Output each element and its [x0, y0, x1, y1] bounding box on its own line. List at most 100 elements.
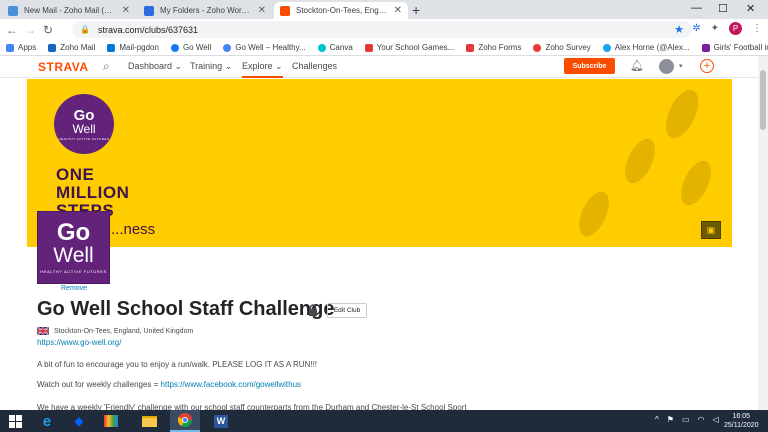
nav-label: Challenges — [292, 61, 338, 71]
bookmark-label: Girls' Football in Sc... — [713, 43, 768, 52]
paint-icon[interactable] — [96, 410, 126, 432]
notifications-bell-icon[interactable]: 🔔︎ — [630, 59, 644, 72]
nav-label: Training — [190, 61, 223, 71]
browser-tab-zoho-mail[interactable]: New Mail - Zoho Mail (pauldonc ✕ — [2, 2, 136, 19]
dropbox-icon[interactable]: ◆ — [64, 410, 94, 432]
upload-plus-icon[interactable]: + — [700, 59, 714, 73]
nav-explore[interactable]: Explore ⌄ — [242, 61, 283, 78]
bookmark-label: Zoho Mail — [60, 43, 96, 52]
club-description-2: Watch out for weekly challenges = https:… — [37, 380, 301, 389]
avatar-go-text: Go — [56, 219, 91, 246]
browser-tab-strava[interactable]: Stockton-On-Tees, England, Unit ✕ — [274, 2, 408, 19]
bookmark-school-games[interactable]: Your School Games... — [364, 43, 454, 52]
logo-well-text: Well — [72, 121, 96, 136]
chevron-up-icon[interactable]: ^ — [655, 415, 659, 424]
bookmark-star-icon[interactable]: ★ — [674, 23, 684, 36]
lock-icon: 🔒 — [80, 25, 90, 34]
window-close-icon[interactable]: ✕ — [746, 2, 755, 15]
profile-avatar[interactable]: P — [729, 22, 742, 35]
chevron-down-icon[interactable]: ▾ — [679, 62, 683, 70]
windows-taskbar: e ◆ W ^ ⚑ ▭ ◠ ◁ 16:05 25/11/2020 — [0, 410, 768, 432]
location-text: Stockton-On-Tees, England, United Kingdo… — [54, 327, 194, 335]
menu-kebab-icon[interactable]: ⋮ — [752, 23, 762, 34]
wifi-icon[interactable]: ◠ — [698, 415, 705, 424]
banner-headline-1: ONE — [56, 165, 95, 184]
bookmark-girls-football[interactable]: Girls' Football in Sc... — [701, 43, 768, 52]
nav-dashboard[interactable]: Dashboard ⌄ — [128, 61, 182, 72]
nav-challenges[interactable]: Challenges — [292, 61, 337, 71]
avatar-well-text: Well — [53, 244, 94, 267]
file-explorer-icon[interactable] — [134, 410, 164, 432]
tab-title: New Mail - Zoho Mail (pauldonc — [24, 6, 116, 15]
bookmark-go-well[interactable]: Go Well — [170, 43, 211, 52]
bookmark-zoho-survey[interactable]: Zoho Survey — [533, 43, 591, 52]
bookmark-alex-horne[interactable]: Alex Horne (@Alex... — [602, 43, 690, 52]
bookmark-canva[interactable]: Canva — [317, 43, 353, 52]
bookmark-label: Mail-pgdon — [119, 43, 159, 52]
back-icon[interactable]: ← — [3, 23, 21, 37]
browser-tab-workdrive[interactable]: My Folders - Zoho WorkDrive ✕ — [138, 2, 272, 19]
bookmark-label: Zoho Survey — [545, 43, 591, 52]
close-icon[interactable]: ✕ — [122, 5, 130, 16]
zoho-forms-icon — [466, 43, 475, 52]
avatar-tagline: HEALTHY ACTIVE FUTURES — [40, 269, 107, 274]
url-text: strava.com/clubs/637631 — [97, 24, 199, 35]
bookmark-zoho-forms[interactable]: Zoho Forms — [466, 43, 521, 52]
clock-date: 25/11/2020 — [724, 422, 759, 429]
chrome-taskbar-icon[interactable] — [170, 410, 200, 432]
bookmark-label: Zoho Forms — [478, 43, 522, 52]
outlook-icon — [107, 43, 116, 52]
word-icon[interactable]: W — [206, 410, 236, 432]
edit-club-button[interactable]: Edit Club — [327, 303, 367, 318]
minimize-icon[interactable]: — — [691, 2, 702, 14]
tab-title: Stockton-On-Tees, England, Unit — [296, 6, 388, 15]
club-avatar[interactable]: Go Well HEALTHY ACTIVE FUTURES — [37, 211, 110, 284]
nav-label: Dashboard — [128, 61, 173, 71]
bookmark-label: Canva — [329, 43, 353, 52]
facebook-icon — [170, 43, 179, 52]
taskbar-clock[interactable]: 16:05 25/11/2020 — [724, 412, 759, 430]
bookmark-go-well-healthy[interactable]: Go Well – Healthy... — [223, 43, 306, 52]
club-website-link[interactable]: https://www.go-well.org/ — [37, 338, 121, 347]
scrollbar-thumb[interactable] — [760, 70, 766, 130]
workdrive-favicon-icon — [144, 5, 154, 16]
canva-icon — [317, 43, 326, 52]
page-scrollbar[interactable] — [758, 56, 768, 410]
chevron-down-icon: ⌄ — [275, 61, 283, 71]
extension-gear-icon[interactable]: ✲ — [692, 23, 700, 34]
new-tab-button[interactable]: + — [412, 2, 420, 18]
internet-explorer-icon[interactable]: e — [32, 410, 62, 432]
browser-toolbar: ← → ↻ 🔒 strava.com/clubs/637631 ★ ✲ ✦ P … — [0, 19, 768, 40]
subscribe-button[interactable]: Subscribe — [564, 58, 615, 74]
extensions-puzzle-icon[interactable]: ✦ — [711, 23, 719, 34]
reload-icon[interactable]: ↻ — [39, 23, 57, 37]
facebook-link[interactable]: https://www.facebook.com/gowellwithus — [161, 380, 302, 389]
search-icon[interactable]: ⌕ — [103, 59, 110, 74]
club-description-1: A bit of fun to encourage you to enjoy a… — [37, 360, 318, 369]
description-prefix: Watch out for weekly challenges = — [37, 380, 161, 389]
nav-label: Explore — [242, 61, 273, 71]
logo-go-text: Go — [73, 106, 95, 124]
flag-icon[interactable]: ⚑ — [667, 415, 674, 424]
monitor-icon[interactable]: ▭ — [682, 415, 690, 424]
chevron-down-icon: ⌄ — [224, 61, 233, 71]
user-avatar[interactable] — [659, 59, 674, 74]
bookmark-zoho-mail[interactable]: Zoho Mail — [48, 43, 95, 52]
bookmark-apps[interactable]: Apps — [6, 43, 36, 52]
close-icon[interactable]: ✕ — [258, 5, 266, 16]
bookmark-mail-pgdon[interactable]: Mail-pgdon — [107, 43, 159, 52]
close-icon[interactable]: ✕ — [394, 5, 402, 16]
windows-start-icon[interactable] — [0, 410, 30, 432]
volume-icon[interactable]: ◁ — [712, 415, 718, 424]
zoho-survey-icon — [533, 43, 542, 52]
change-cover-photo-icon[interactable]: ▣ — [701, 221, 721, 239]
maximize-icon[interactable]: ☐ — [718, 2, 728, 15]
strava-logo[interactable]: STRAVA — [38, 60, 89, 74]
club-location: Stockton-On-Tees, England, United Kingdo… — [37, 327, 193, 335]
nav-training[interactable]: Training ⌄ — [190, 61, 232, 72]
tab-strip: New Mail - Zoho Mail (pauldonc ✕ My Fold… — [0, 0, 768, 19]
address-bar[interactable]: 🔒 strava.com/clubs/637631 ★ — [72, 21, 692, 38]
private-lock-icon — [309, 304, 317, 316]
forward-icon[interactable]: → — [21, 23, 39, 37]
remove-avatar-link[interactable]: Remove — [61, 285, 87, 292]
